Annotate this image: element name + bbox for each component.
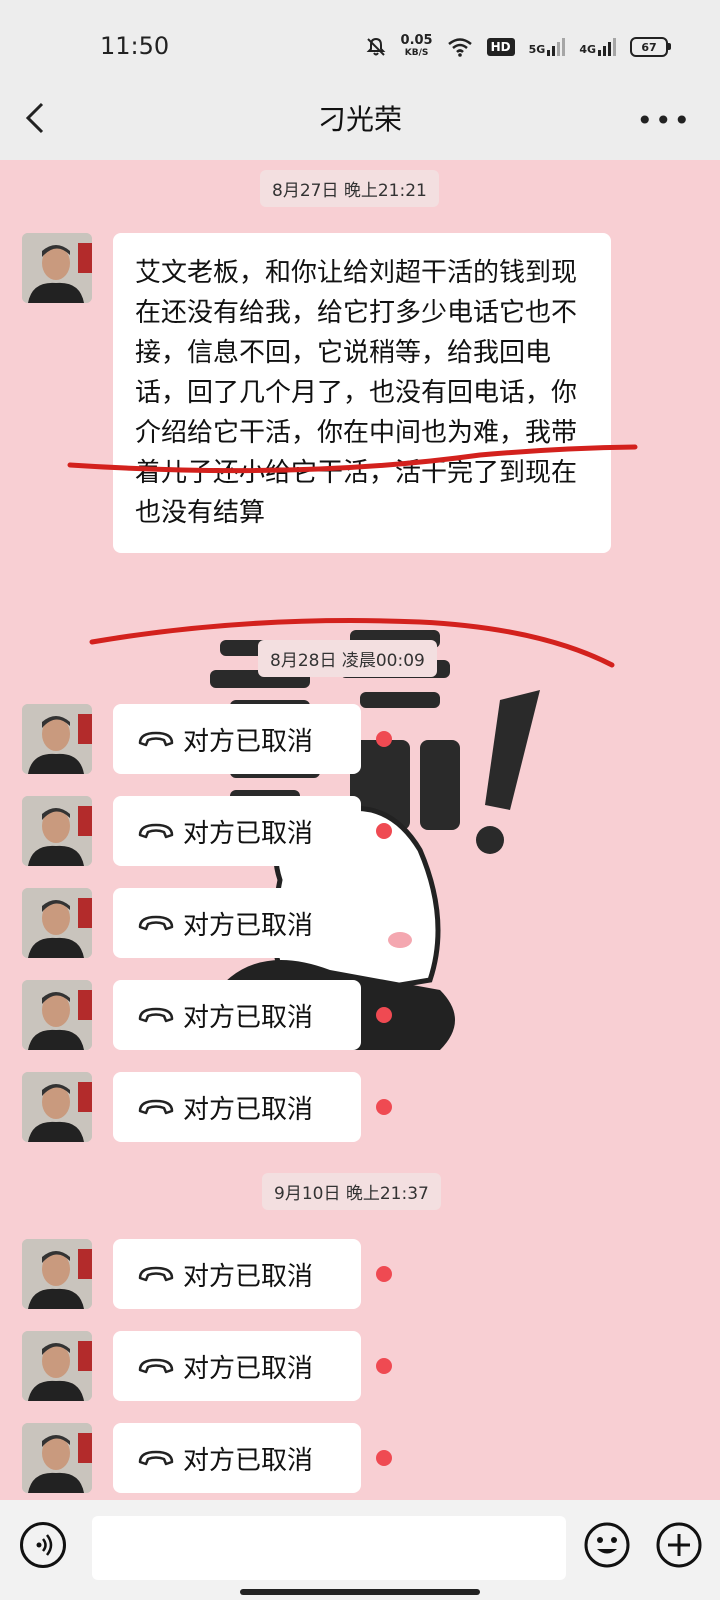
status-icons: 0.05 KB/S HD 5G 4G 67 [365, 34, 671, 60]
timestamp: 8月28日 凌晨00:09 [258, 640, 437, 677]
message-input[interactable] [92, 1516, 566, 1580]
hd-badge: HD [486, 38, 515, 56]
call-record[interactable]: 对方已取消 [113, 1072, 361, 1142]
avatar-photo [22, 796, 92, 866]
signal-5g-bars-icon [547, 38, 566, 56]
unread-dot [376, 1266, 392, 1282]
avatar-photo [22, 1239, 92, 1309]
avatar[interactable] [22, 1239, 92, 1309]
avatar-photo [22, 1331, 92, 1401]
avatar[interactable] [22, 980, 92, 1050]
call-status-label: 对方已取消 [183, 910, 314, 941]
phone-hangup-icon [138, 915, 174, 931]
call-status-label: 对方已取消 [183, 726, 314, 757]
phone-hangup-icon [138, 823, 174, 839]
wifi-icon [447, 38, 472, 57]
input-bar [0, 1500, 720, 1600]
unread-dot [376, 1007, 392, 1023]
network-speed-unit: KB/S [404, 48, 429, 58]
phone-hangup-icon [138, 1007, 174, 1023]
unread-dot [376, 1450, 392, 1466]
unread-dot [376, 1099, 392, 1115]
call-record[interactable]: 对方已取消 [113, 1423, 361, 1493]
phone-hangup-icon [138, 1099, 174, 1115]
mute-icon [366, 37, 385, 56]
signal-5g-label: 5G [528, 43, 546, 56]
home-indicator [240, 1589, 480, 1595]
unread-dot [376, 731, 392, 747]
status-time: 11:50 [100, 32, 170, 60]
voice-input-icon[interactable] [20, 1522, 66, 1568]
unread-dot [376, 1358, 392, 1374]
avatar-photo [22, 980, 92, 1050]
call-record[interactable]: 对方已取消 [113, 704, 361, 774]
signal-4g-bars-icon [598, 38, 616, 56]
top-bar: 11:50 0.05 KB/S HD 5G 4G 67 刁光荣 ••• [0, 0, 720, 160]
call-record[interactable]: 对方已取消 [113, 796, 361, 866]
avatar-photo [22, 704, 92, 774]
signal-4g-label: 4G [579, 43, 596, 56]
chat-title: 刁光荣 [317, 103, 402, 136]
avatar[interactable] [22, 796, 92, 866]
chat-area[interactable]: 8月27日 晚上21:21 艾文老板，和你让给刘超干活的钱到现在还没有给我，给它… [0, 160, 720, 1500]
message-bubble[interactable]: 艾文老板，和你让给刘超干活的钱到现在还没有给我，给它打多少电话它也不接，信息不回… [113, 233, 611, 553]
phone-hangup-icon [138, 1266, 174, 1282]
avatar[interactable] [22, 704, 92, 774]
phone-hangup-icon [138, 1450, 174, 1466]
timestamp: 8月27日 晚上21:21 [260, 170, 439, 207]
timestamp: 9月10日 晚上21:37 [262, 1173, 441, 1210]
call-status-label: 对方已取消 [183, 1002, 314, 1033]
phone-hangup-icon [138, 731, 174, 747]
avatar-photo [22, 1072, 92, 1142]
call-record[interactable]: 对方已取消 [113, 1239, 361, 1309]
plus-icon[interactable] [654, 1520, 704, 1570]
call-status-label: 对方已取消 [183, 1094, 314, 1125]
avatar-photo [22, 888, 92, 958]
avatar-photo [22, 233, 92, 303]
battery-icon: 67 [630, 37, 671, 57]
emoji-icon[interactable] [582, 1520, 632, 1570]
call-record[interactable]: 对方已取消 [113, 980, 361, 1050]
phone-hangup-icon [138, 1358, 174, 1374]
call-record[interactable]: 对方已取消 [113, 1331, 361, 1401]
network-speed: 0.05 KB/S [401, 34, 433, 60]
avatar[interactable] [22, 888, 92, 958]
call-status-label: 对方已取消 [183, 818, 314, 849]
call-status-label: 对方已取消 [183, 1261, 314, 1292]
signal-4g: 4G [579, 38, 616, 56]
signal-5g: 5G [529, 38, 566, 56]
avatar[interactable] [22, 1423, 92, 1493]
avatar[interactable] [22, 1331, 92, 1401]
call-record[interactable]: 对方已取消 [113, 888, 361, 958]
avatar-photo [22, 1423, 92, 1493]
unread-dot [376, 823, 392, 839]
more-menu-icon[interactable]: ••• [636, 104, 692, 137]
avatar[interactable] [22, 1072, 92, 1142]
call-status-label: 对方已取消 [183, 1353, 314, 1384]
call-status-label: 对方已取消 [183, 1445, 314, 1476]
network-speed-value: 0.05 [400, 33, 433, 48]
avatar[interactable] [22, 233, 92, 303]
